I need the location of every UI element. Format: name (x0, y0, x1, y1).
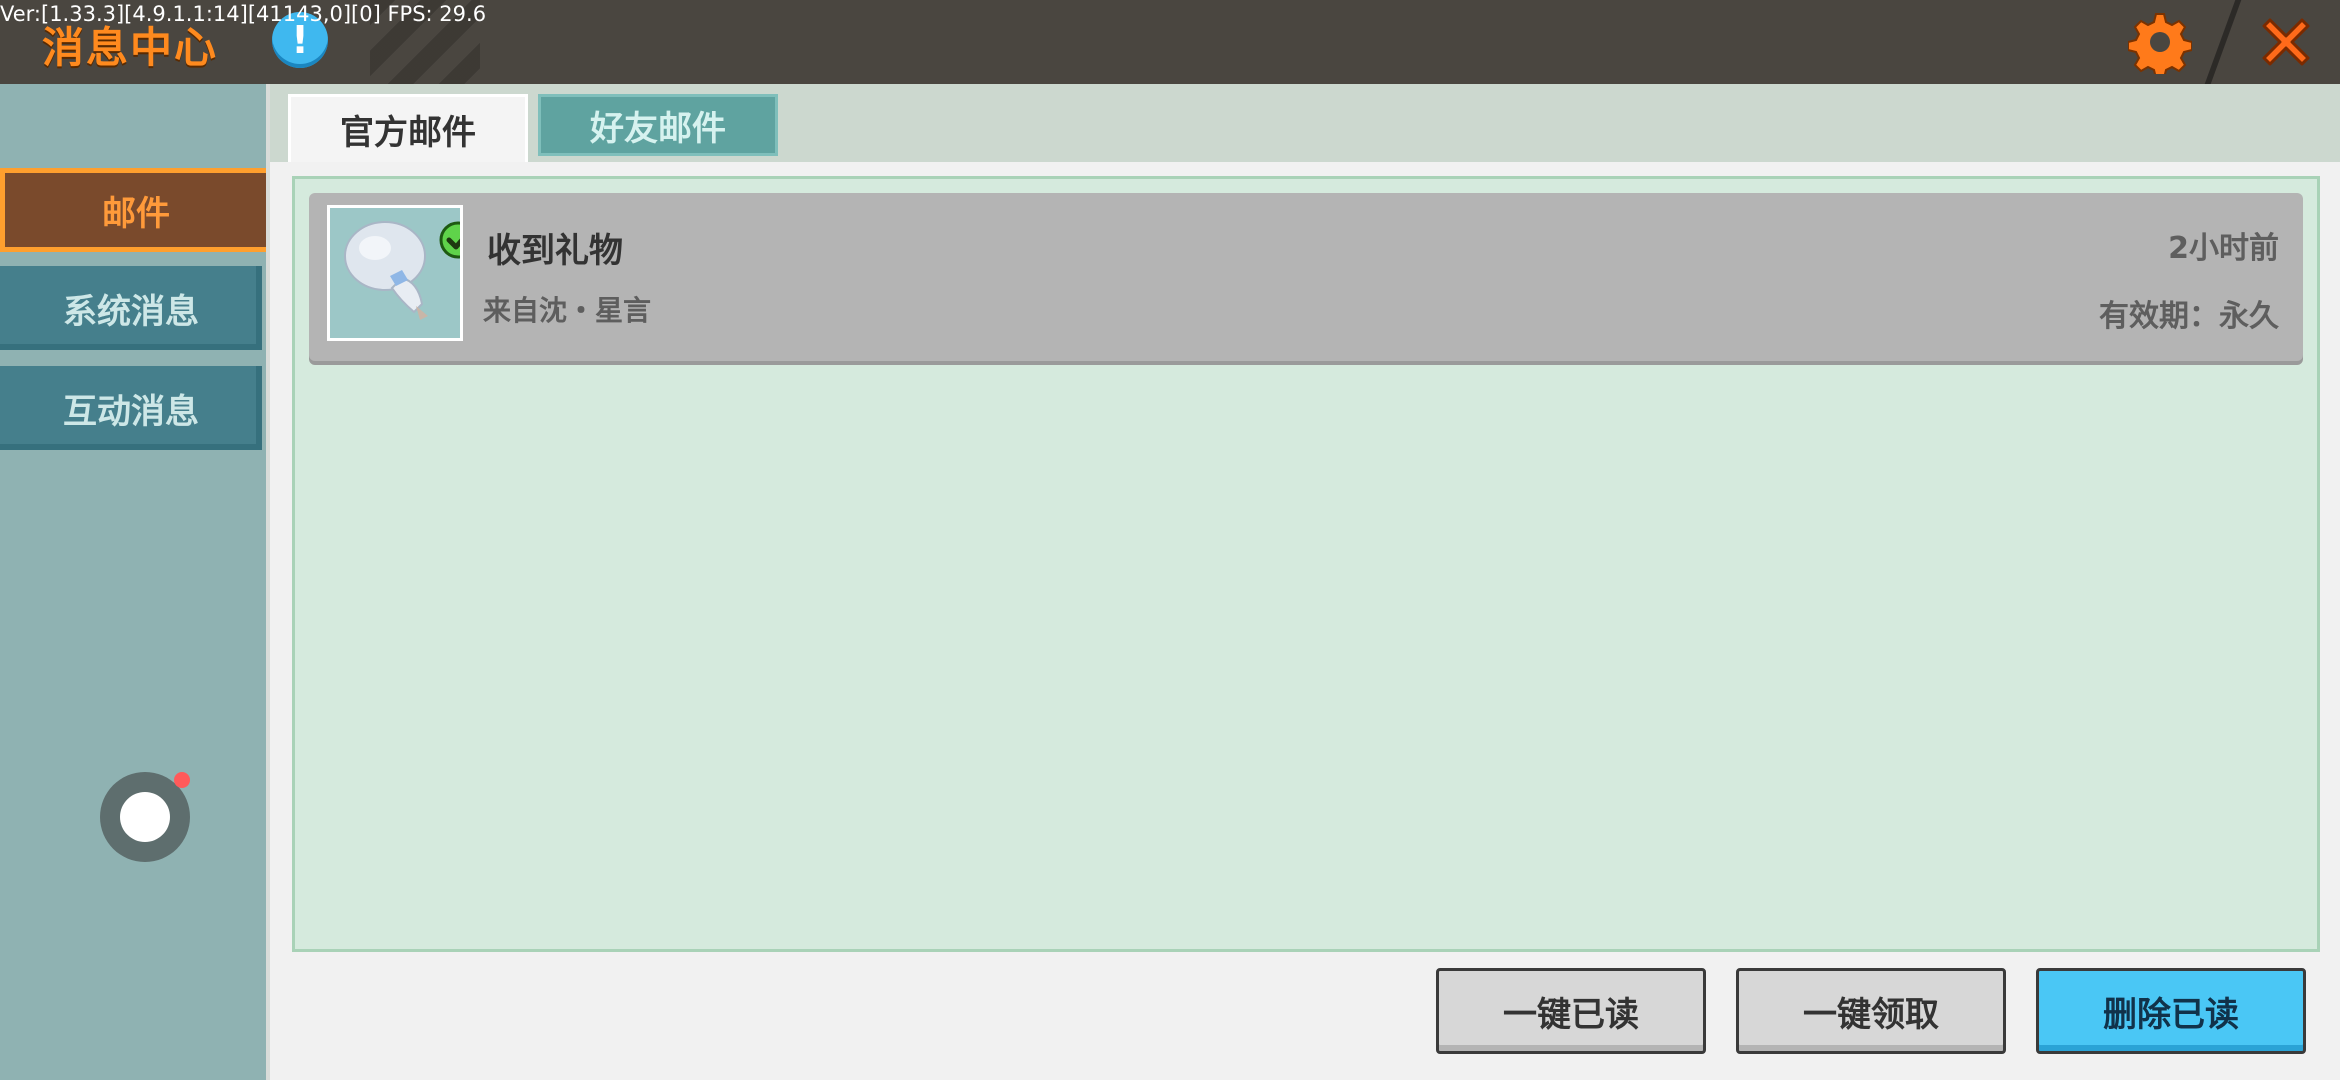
main-panel: 官方邮件 好友邮件 收到礼物 来自沈・星言 2小时前 有效期：永久 一键已读 一… (266, 84, 2340, 1080)
read-check-icon (439, 221, 460, 259)
tab-friend-mail[interactable]: 好友邮件 (538, 94, 778, 156)
header-divider (2204, 0, 2242, 84)
mail-list: 收到礼物 来自沈・星言 2小时前 有效期：永久 (292, 176, 2320, 952)
close-icon[interactable] (2254, 10, 2318, 74)
delete-read-button[interactable]: 删除已读 (2036, 968, 2306, 1054)
notification-dot (174, 772, 190, 788)
button-label: 删除已读 (2103, 994, 2239, 1035)
tab-bar: 官方邮件 好友邮件 (270, 84, 2340, 162)
sidebar: 邮件 系统消息 互动消息 (0, 84, 272, 1080)
sidebar-item-label: 系统消息 (63, 291, 199, 332)
tab-official-mail[interactable]: 官方邮件 (288, 94, 528, 162)
mail-sender: 来自沈・星言 (483, 294, 652, 327)
sidebar-item-interaction-messages[interactable]: 互动消息 (0, 366, 262, 450)
mail-title: 收到礼物 (487, 231, 623, 271)
mark-all-read-button[interactable]: 一键已读 (1436, 968, 1706, 1054)
button-label: 一键领取 (1803, 994, 1939, 1035)
info-icon: ! (291, 18, 309, 62)
sidebar-item-mail[interactable]: 邮件 (0, 168, 272, 252)
debug-overlay: Ver:[1.33.3][4.9.1.1:14][41143,0][0] FPS… (0, 2, 487, 26)
gear-icon[interactable] (2128, 10, 2192, 74)
sidebar-item-label: 互动消息 (63, 391, 199, 432)
sidebar-item-label: 邮件 (102, 193, 170, 234)
list-item[interactable]: 收到礼物 来自沈・星言 2小时前 有效期：永久 (309, 193, 2303, 361)
claim-all-button[interactable]: 一键领取 (1736, 968, 2006, 1054)
tab-label: 官方邮件 (340, 113, 476, 153)
tab-label: 好友邮件 (590, 108, 726, 149)
joystick-knob[interactable] (120, 792, 170, 842)
gift-item-icon (327, 205, 463, 341)
sidebar-item-system-messages[interactable]: 系统消息 (0, 266, 262, 350)
floating-joystick[interactable] (100, 772, 190, 862)
mail-validity: 有效期：永久 (2099, 299, 2279, 334)
mail-timestamp: 2小时前 (2168, 231, 2279, 266)
button-label: 一键已读 (1503, 994, 1639, 1035)
